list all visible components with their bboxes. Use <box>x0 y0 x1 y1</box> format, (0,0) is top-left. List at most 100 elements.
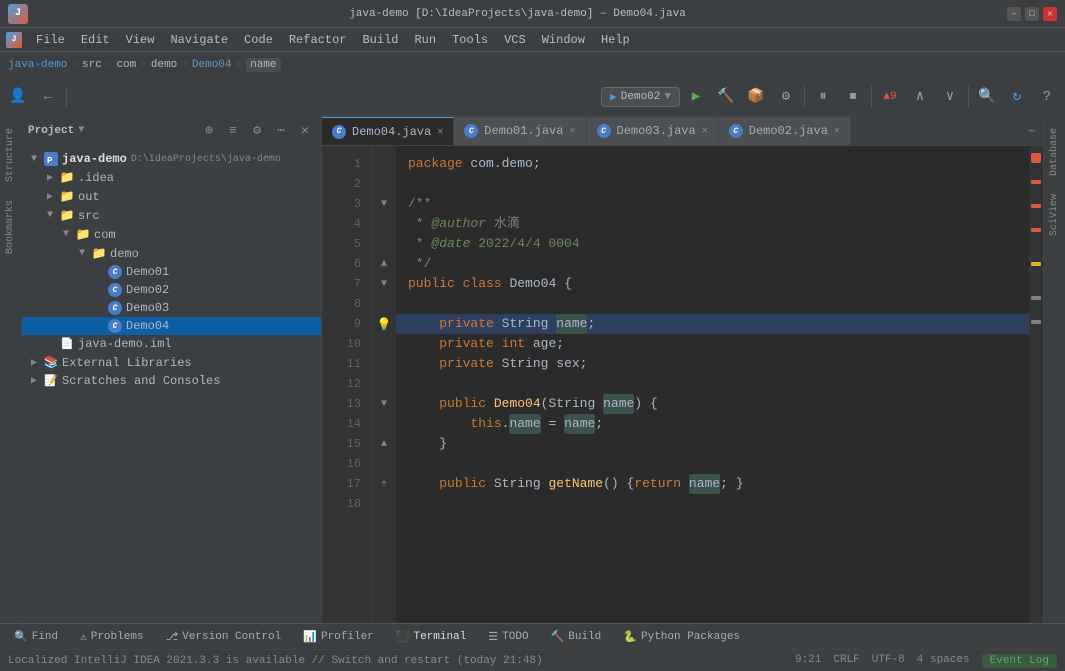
gutter-fold-13[interactable]: ▼ <box>374 394 394 414</box>
find-btn[interactable]: 🔍 Find <box>4 628 68 646</box>
menu-view[interactable]: View <box>118 31 163 49</box>
tab-demo02[interactable]: C Demo02.java ✕ <box>719 117 851 145</box>
tree-arrow-extlib[interactable]: ▶ <box>26 357 42 369</box>
search-button[interactable]: 🔍 <box>973 83 1001 111</box>
code-line-15[interactable]: } <box>396 434 1029 454</box>
tree-item-demo[interactable]: ▼ 📁 demo <box>22 244 321 263</box>
tree-item-extlib[interactable]: ▶ 📚 External Libraries <box>22 353 321 372</box>
sidebar-more-btn[interactable]: ⋯ <box>271 121 291 141</box>
gutter-fold-17[interactable]: + <box>374 474 394 494</box>
tree-item-demo03[interactable]: ▶ C Demo03 <box>22 299 321 317</box>
tree-item-root[interactable]: ▼ P java-demo D:\IdeaProjects\java-demo <box>22 150 321 168</box>
error-stripe-top[interactable] <box>1031 148 1041 168</box>
help-button[interactable]: ? <box>1033 83 1061 111</box>
tree-item-demo02[interactable]: ▶ C Demo02 <box>22 281 321 299</box>
toolbar-up[interactable]: ∧ <box>906 83 934 111</box>
toolbar-btn4[interactable]: ⚙ <box>772 83 800 111</box>
tabs-more-button[interactable]: ⋯ <box>1020 117 1043 145</box>
tree-item-idea[interactable]: ▶ 📁 .idea <box>22 168 321 187</box>
structure-tab[interactable]: Structure <box>3 120 18 190</box>
statusbar-crlf[interactable]: CRLF <box>833 654 859 668</box>
statusbar-charset[interactable]: UTF-8 <box>872 654 905 668</box>
tree-item-iml[interactable]: ▶ 📄 java-demo.iml <box>22 335 321 353</box>
tab-demo04[interactable]: C Demo04.java ✕ <box>322 117 454 145</box>
gutter-bulb-9[interactable]: 💡 <box>374 314 394 334</box>
tree-arrow-com[interactable]: ▼ <box>58 229 74 240</box>
code-line-4[interactable]: * @author 水滴 <box>396 214 1029 234</box>
code-line-7[interactable]: public class Demo04 { <box>396 274 1029 294</box>
code-editor[interactable]: 1 2 3 4 5 6 7 8 9 10 11 12 13 14 15 16 1… <box>322 146 1043 623</box>
tree-item-scratches[interactable]: ▶ 📝 Scratches and Consoles <box>22 372 321 390</box>
code-line-14[interactable]: this.name = name; <box>396 414 1029 434</box>
toolbar-btn3[interactable]: 📦 <box>742 83 770 111</box>
code-content[interactable]: package com.demo; /** * @author 水滴 * @da… <box>396 146 1029 623</box>
build-button[interactable]: 🔨 <box>712 83 740 111</box>
code-line-16[interactable] <box>396 454 1029 474</box>
tree-arrow-root[interactable]: ▼ <box>26 154 42 165</box>
code-line-10[interactable]: private int age; <box>396 334 1029 354</box>
python-packages-btn[interactable]: 🐍 Python Packages <box>613 628 750 646</box>
code-line-2[interactable] <box>396 174 1029 194</box>
gutter-fold-3[interactable]: ▼ <box>374 194 394 214</box>
toolbar-search-everywhere[interactable]: 👤 <box>4 83 32 111</box>
statusbar-line-col[interactable]: 9:21 <box>795 654 821 668</box>
update-button[interactable]: ↻ <box>1003 83 1031 111</box>
code-line-13[interactable]: public Demo04(String name) { <box>396 394 1029 414</box>
database-tab[interactable]: Database <box>1047 120 1062 184</box>
code-line-12[interactable] <box>396 374 1029 394</box>
bc-demo[interactable]: demo <box>151 59 177 71</box>
menu-tools[interactable]: Tools <box>444 31 496 49</box>
code-line-9[interactable]: private String name; <box>396 314 1029 334</box>
run-configuration-selector[interactable]: ▶ Demo02 ▼ <box>601 87 680 107</box>
code-line-1[interactable]: package com.demo; <box>396 154 1029 174</box>
sidebar-hide-btn[interactable]: ✕ <box>295 121 315 141</box>
bc-project[interactable]: java-demo <box>8 59 67 71</box>
gutter-fold-7[interactable]: ▼ <box>374 274 394 294</box>
toolbar-back[interactable]: ← <box>34 83 62 111</box>
tree-item-demo01[interactable]: ▶ C Demo01 <box>22 263 321 281</box>
bc-src[interactable]: src <box>82 59 102 71</box>
menu-help[interactable]: Help <box>593 31 638 49</box>
gutter-fold-6[interactable]: ▲ <box>374 254 394 274</box>
terminal-btn[interactable]: ⬛ Terminal <box>386 628 477 646</box>
code-line-8[interactable] <box>396 294 1029 314</box>
toolbar-down[interactable]: ∨ <box>936 83 964 111</box>
run-button[interactable]: ▶ <box>682 83 710 111</box>
tree-item-out[interactable]: ▶ 📁 out <box>22 187 321 206</box>
close-button[interactable]: ✕ <box>1043 7 1057 21</box>
menu-edit[interactable]: Edit <box>73 31 118 49</box>
bookmarks-tab[interactable]: Bookmarks <box>3 192 18 262</box>
menu-code[interactable]: Code <box>236 31 281 49</box>
todo-btn[interactable]: ☰ TODO <box>478 628 538 646</box>
maximize-button[interactable]: □ <box>1025 7 1039 21</box>
code-line-5[interactable]: * @date 2022/4/4 0004 <box>396 234 1029 254</box>
menu-run[interactable]: Run <box>406 31 444 49</box>
version-control-btn[interactable]: ⎇ Version Control <box>156 628 292 646</box>
menu-window[interactable]: Window <box>534 31 593 49</box>
tab-demo03[interactable]: C Demo03.java ✕ <box>587 117 719 145</box>
tab-demo01[interactable]: C Demo01.java ✕ <box>454 117 586 145</box>
toolbar-btn6[interactable]: ⏹ <box>839 83 867 111</box>
tree-arrow-src[interactable]: ▼ <box>42 210 58 221</box>
problems-btn[interactable]: ⚠ Problems <box>70 628 153 646</box>
profiler-btn[interactable]: 📊 Profiler <box>293 628 384 646</box>
code-line-17[interactable]: public String getName() { return name; } <box>396 474 1029 494</box>
code-line-11[interactable]: private String sex; <box>396 354 1029 374</box>
minimize-button[interactable]: – <box>1007 7 1021 21</box>
menu-navigate[interactable]: Navigate <box>162 31 236 49</box>
menu-build[interactable]: Build <box>354 31 406 49</box>
tree-item-com[interactable]: ▼ 📁 com <box>22 225 321 244</box>
error-indicator[interactable]: ▲ 9 <box>876 83 904 111</box>
statusbar-indent[interactable]: 4 spaces <box>917 654 970 668</box>
tree-arrow-demo[interactable]: ▼ <box>74 248 90 259</box>
event-log-btn[interactable]: Event Log <box>982 654 1057 668</box>
menu-vcs[interactable]: VCS <box>496 31 534 49</box>
sidebar-gear-btn[interactable]: ⚙ <box>247 121 267 141</box>
code-line-18[interactable] <box>396 494 1029 514</box>
tree-arrow-scratches[interactable]: ▶ <box>26 375 42 387</box>
code-line-3[interactable]: /** <box>396 194 1029 214</box>
menu-file[interactable]: File <box>28 31 73 49</box>
bc-com[interactable]: com <box>116 59 136 71</box>
gutter-fold-15[interactable]: ▲ <box>374 434 394 454</box>
tree-arrow-out[interactable]: ▶ <box>42 191 58 203</box>
